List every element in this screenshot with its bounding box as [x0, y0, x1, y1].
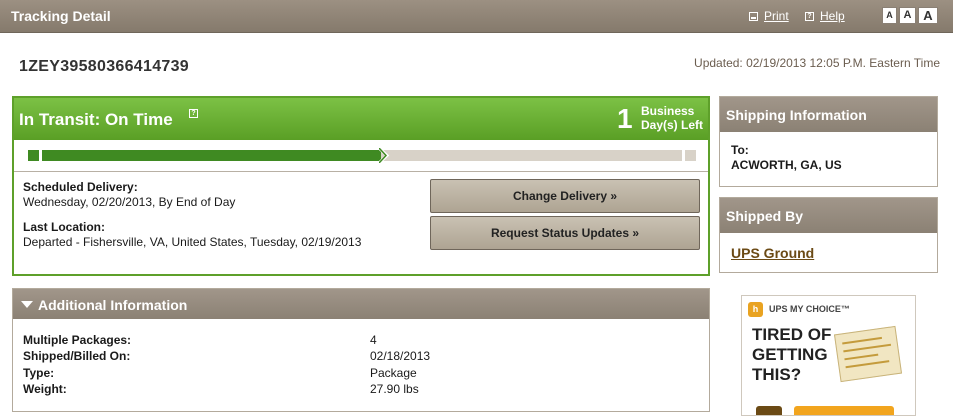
progress-start-marker — [28, 150, 39, 161]
help-link[interactable]: ? Help — [805, 9, 845, 23]
progress-fill — [42, 150, 381, 161]
card-line — [845, 360, 890, 369]
progress-track — [42, 148, 682, 163]
progress-end-marker — [685, 150, 696, 161]
ad-brand: UPS MY CHOICE™ — [769, 304, 850, 314]
days-left-label-line2: Day(s) Left — [641, 118, 704, 132]
ups-my-choice-ad[interactable]: h UPS MY CHOICE™ TIRED OF GETTING THIS? — [741, 295, 916, 416]
updated-timestamp: Updated: 02/19/2013 12:05 P.M. Eastern T… — [694, 56, 940, 70]
font-size-medium-button[interactable]: A — [899, 7, 916, 24]
additional-information-title: Additional Information — [38, 297, 188, 313]
collapse-arrow-icon — [21, 301, 33, 308]
font-size-small-button[interactable]: A — [882, 7, 897, 24]
shipping-information-title: Shipping Information — [720, 97, 937, 132]
status-panel: In Transit: On Time ? 1 Business Day(s) … — [12, 96, 710, 276]
help-label: Help — [820, 9, 845, 23]
scheduled-delivery-label: Scheduled Delivery: — [23, 180, 138, 194]
help-icon: ? — [805, 11, 814, 21]
last-location-value: Departed - Fishersville, VA, United Stat… — [23, 235, 362, 249]
ship-to-value: ACWORTH, GA, US — [731, 158, 842, 172]
additional-information-header[interactable]: Additional Information — [13, 289, 709, 319]
page-header-bar: Tracking Detail Print ? Help A A A — [0, 0, 953, 33]
days-left-label: Business Day(s) Left — [641, 104, 703, 132]
ups-my-choice-logo-icon: h — [748, 302, 763, 317]
info-row-label: Type: — [23, 366, 55, 380]
service-level-link[interactable]: UPS Ground — [731, 245, 814, 261]
ad-headline: TIRED OF GETTING THIS? — [752, 325, 832, 384]
print-label: Print — [764, 9, 789, 23]
days-left-count: 1 — [617, 103, 633, 134]
info-row-value: 02/18/2013 — [370, 349, 431, 363]
tracking-number: 1ZEY39580366414739 — [19, 58, 189, 75]
page-title: Tracking Detail — [11, 8, 111, 24]
progress-arrow-icon — [379, 148, 389, 163]
status-header: In Transit: On Time ? 1 Business Day(s) … — [14, 98, 708, 140]
print-link[interactable]: Print — [749, 9, 789, 23]
info-row-label: Weight: — [23, 382, 67, 396]
info-row-label: Shipped/Billed On: — [23, 349, 131, 363]
request-status-updates-button[interactable]: Request Status Updates » — [430, 216, 700, 250]
shipping-information-panel: Shipping Information To: ACWORTH, GA, US — [719, 96, 938, 187]
card-line — [842, 336, 883, 345]
card-line — [843, 343, 892, 353]
change-delivery-button[interactable]: Change Delivery » — [430, 179, 700, 213]
print-icon — [749, 11, 758, 21]
ad-signup-button[interactable] — [794, 406, 894, 415]
card-line — [844, 353, 879, 361]
status-divider — [14, 171, 708, 172]
delivery-notice-card-icon — [833, 325, 903, 383]
shipped-by-panel: Shipped By UPS Ground — [719, 197, 938, 273]
last-location-label: Last Location: — [23, 220, 106, 234]
status-help-icon[interactable]: ? — [189, 109, 198, 118]
scheduled-delivery-value: Wednesday, 02/20/2013, By End of Day — [23, 195, 236, 209]
delivery-progress-bar — [28, 148, 696, 163]
info-row-value: 27.90 lbs — [370, 382, 419, 396]
font-size-large-button[interactable]: A — [918, 7, 938, 24]
info-row-value: Package — [370, 366, 417, 380]
days-left-label-line1: Business — [641, 104, 695, 118]
ups-shield-icon — [756, 406, 782, 415]
info-row-label: Multiple Packages: — [23, 333, 132, 347]
status-title: In Transit: On Time — [19, 110, 173, 129]
info-row-value: 4 — [370, 333, 377, 347]
shipped-by-title: Shipped By — [720, 198, 937, 233]
additional-information-panel: Additional Information Multiple Packages… — [12, 288, 710, 412]
ship-to-label: To: — [731, 143, 749, 157]
